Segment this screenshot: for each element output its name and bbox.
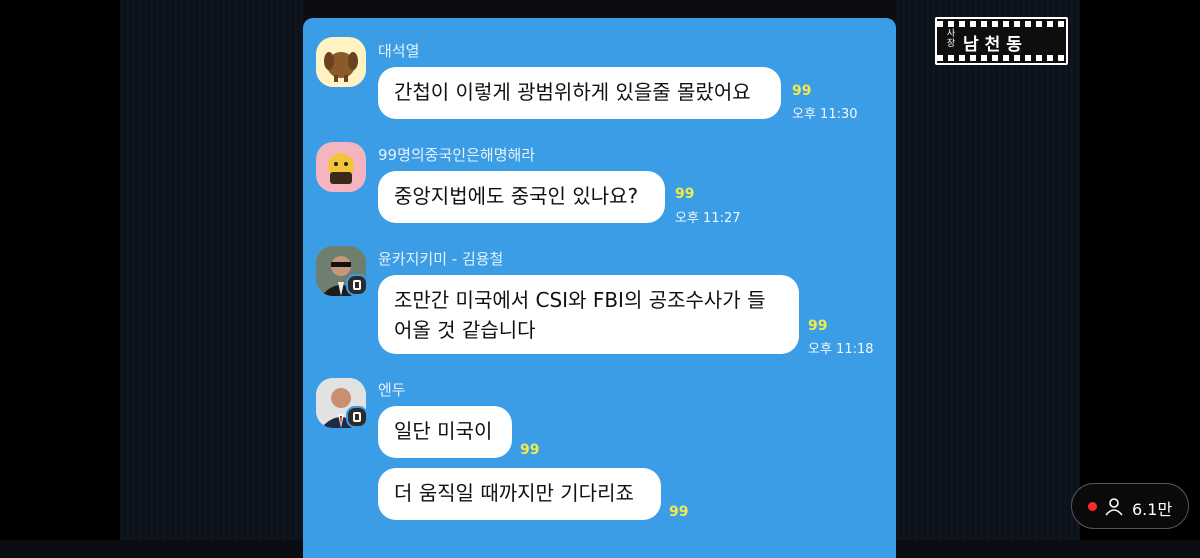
film-strip [937, 55, 1066, 61]
live-dot-icon [1088, 502, 1097, 511]
person-icon [1105, 498, 1123, 516]
sender-name: 대석열 [378, 42, 420, 60]
dog-character-icon [324, 52, 358, 82]
message-bubble[interactable]: 간첩이 이렇게 광범위하게 있을줄 몰랐어요 [378, 67, 781, 119]
logo-small-text: 사 장 [945, 29, 957, 49]
logo-small-bottom: 장 [946, 39, 956, 49]
character-icon [328, 153, 354, 184]
profile-badge-icon [346, 274, 368, 296]
message-time: 오후 11:18 [808, 342, 874, 357]
sender-name: 엔두 [378, 381, 406, 399]
chat-panel: 대석열 간첩이 이렇게 광범위하게 있을줄 몰랐어요 99 오후 11:30 9… [303, 18, 896, 558]
message-bubble[interactable]: 일단 미국이 [378, 406, 512, 458]
right-letterbox [1080, 0, 1200, 540]
sender-name: 99명의중국인은해명해라 [378, 146, 536, 164]
sender-name: 윤카지키미 - 김용철 [378, 250, 504, 268]
message-time: 오후 11:30 [792, 107, 858, 122]
unread-count: 99 [675, 186, 695, 202]
live-viewers-pill[interactable]: 6.1만 [1071, 483, 1189, 529]
logo-title: 남천동 [963, 35, 1028, 55]
message-line: 조만간 미국에서 CSI와 FBI의 공조수사가 들 [394, 288, 766, 312]
right-background [896, 0, 1080, 540]
unread-count: 99 [669, 504, 689, 520]
logo-small-top: 사 [946, 29, 956, 39]
film-strip [937, 21, 1066, 27]
message-bubble[interactable]: 더 움직일 때까지만 기다리죠 [378, 468, 661, 520]
unread-count: 99 [792, 83, 812, 99]
avatar-character[interactable] [316, 142, 366, 192]
viewer-count: 6.1만 [1132, 500, 1173, 519]
unread-count: 99 [520, 442, 540, 458]
message-line: 어올 것 같습니다 [394, 318, 536, 342]
unread-count: 99 [808, 318, 828, 334]
avatar-dog[interactable] [316, 37, 366, 87]
message-bubble[interactable]: 조만간 미국에서 CSI와 FBI의 공조수사가 들 어올 것 같습니다 [378, 275, 799, 354]
left-background [120, 0, 303, 540]
channel-logo: 사 장 남천동 [935, 17, 1068, 65]
message-bubble[interactable]: 중앙지법에도 중국인 있나요? [378, 171, 665, 223]
message-time: 오후 11:27 [675, 211, 741, 226]
left-letterbox [0, 0, 120, 540]
profile-badge-icon [346, 406, 368, 428]
